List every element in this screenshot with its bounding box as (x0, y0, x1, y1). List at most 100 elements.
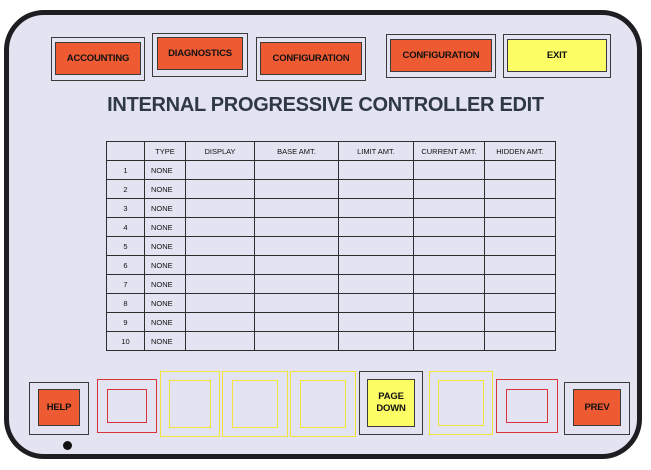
row-limit-amt[interactable] (338, 312, 414, 332)
row-hidden-amt[interactable] (484, 217, 556, 237)
row-current-amt[interactable] (413, 217, 485, 237)
row-display[interactable] (185, 217, 255, 237)
row-hidden-amt[interactable] (484, 179, 556, 199)
row-base-amt[interactable] (254, 274, 339, 294)
row-limit-amt[interactable] (338, 236, 414, 256)
row-base-amt[interactable] (254, 160, 339, 180)
table-row[interactable]: 2 NONE (106, 179, 556, 199)
row-limit-amt[interactable] (338, 198, 414, 218)
controller-table: TYPE DISPLAY BASE AMT. LIMIT AMT. CURREN… (106, 141, 556, 351)
table-row[interactable]: 5 NONE (106, 236, 556, 256)
row-limit-amt[interactable] (338, 255, 414, 275)
column-header-limit-amt: LIMIT AMT. (338, 141, 414, 161)
row-display[interactable] (185, 274, 255, 294)
row-hidden-amt[interactable] (484, 255, 556, 275)
row-type[interactable]: NONE (144, 331, 186, 351)
row-type[interactable]: NONE (144, 236, 186, 256)
row-hidden-amt[interactable] (484, 198, 556, 218)
row-current-amt[interactable] (413, 274, 485, 294)
column-header-number (106, 141, 145, 161)
prev-button[interactable]: PREV (573, 389, 621, 426)
row-type[interactable]: NONE (144, 312, 186, 332)
indicator-dot (63, 441, 72, 450)
column-header-type: TYPE (144, 141, 186, 161)
row-hidden-amt[interactable] (484, 274, 556, 294)
row-display[interactable] (185, 198, 255, 218)
row-type[interactable]: NONE (144, 274, 186, 294)
row-hidden-amt[interactable] (484, 236, 556, 256)
row-limit-amt[interactable] (338, 274, 414, 294)
row-display[interactable] (185, 160, 255, 180)
row-current-amt[interactable] (413, 312, 485, 332)
row-current-amt[interactable] (413, 160, 485, 180)
table-row[interactable]: 4 NONE (106, 217, 556, 237)
row-current-amt[interactable] (413, 255, 485, 275)
table-row[interactable]: 3 NONE (106, 198, 556, 218)
row-limit-amt[interactable] (338, 293, 414, 313)
row-display[interactable] (185, 331, 255, 351)
row-type[interactable]: NONE (144, 179, 186, 199)
row-number: 9 (106, 312, 145, 332)
row-current-amt[interactable] (413, 293, 485, 313)
table-header-row: TYPE DISPLAY BASE AMT. LIMIT AMT. CURREN… (106, 141, 556, 161)
row-limit-amt[interactable] (338, 160, 414, 180)
row-current-amt[interactable] (413, 198, 485, 218)
row-type[interactable]: NONE (144, 255, 186, 275)
row-limit-amt[interactable] (338, 331, 414, 351)
row-number: 8 (106, 293, 145, 313)
softkey-4-inner (300, 380, 346, 428)
row-display[interactable] (185, 236, 255, 256)
table-row[interactable]: 9 NONE (106, 312, 556, 332)
row-base-amt[interactable] (254, 293, 339, 313)
accounting-button[interactable]: ACCOUNTING (55, 42, 141, 75)
row-limit-amt[interactable] (338, 179, 414, 199)
row-number: 6 (106, 255, 145, 275)
row-base-amt[interactable] (254, 179, 339, 199)
row-limit-amt[interactable] (338, 217, 414, 237)
row-current-amt[interactable] (413, 179, 485, 199)
softkey-7-inner (506, 389, 548, 423)
page-down-button[interactable]: PAGE DOWN (367, 379, 415, 427)
help-button[interactable]: HELP (38, 389, 80, 426)
softkey-1-inner (107, 389, 147, 423)
row-base-amt[interactable] (254, 217, 339, 237)
row-base-amt[interactable] (254, 236, 339, 256)
row-type[interactable]: NONE (144, 160, 186, 180)
row-number: 10 (106, 331, 145, 351)
configuration-button-1[interactable]: CONFIGURATION (260, 42, 362, 75)
row-display[interactable] (185, 255, 255, 275)
table-row[interactable]: 8 NONE (106, 293, 556, 313)
row-type[interactable]: NONE (144, 293, 186, 313)
row-number: 5 (106, 236, 145, 256)
row-hidden-amt[interactable] (484, 331, 556, 351)
table-row[interactable]: 6 NONE (106, 255, 556, 275)
row-hidden-amt[interactable] (484, 293, 556, 313)
table-row[interactable]: 1 NONE (106, 160, 556, 180)
column-header-hidden-amt: HIDDEN AMT. (484, 141, 556, 161)
row-type[interactable]: NONE (144, 217, 186, 237)
exit-button[interactable]: EXIT (507, 39, 607, 72)
row-number: 4 (106, 217, 145, 237)
row-hidden-amt[interactable] (484, 312, 556, 332)
column-header-base-amt: BASE AMT. (254, 141, 339, 161)
row-number: 2 (106, 179, 145, 199)
row-current-amt[interactable] (413, 236, 485, 256)
column-header-display: DISPLAY (185, 141, 255, 161)
softkey-3-inner (232, 380, 278, 428)
row-base-amt[interactable] (254, 198, 339, 218)
row-current-amt[interactable] (413, 331, 485, 351)
row-base-amt[interactable] (254, 312, 339, 332)
column-header-current-amt: CURRENT AMT. (413, 141, 485, 161)
row-display[interactable] (185, 312, 255, 332)
row-hidden-amt[interactable] (484, 160, 556, 180)
table-row[interactable]: 10 NONE (106, 331, 556, 351)
row-base-amt[interactable] (254, 331, 339, 351)
row-display[interactable] (185, 293, 255, 313)
table-row[interactable]: 7 NONE (106, 274, 556, 294)
row-display[interactable] (185, 179, 255, 199)
row-base-amt[interactable] (254, 255, 339, 275)
configuration-button-2[interactable]: CONFIGURATION (390, 39, 492, 72)
diagnostics-button[interactable]: DIAGNOSTICS (157, 37, 243, 70)
page-title: INTERNAL PROGRESSIVE CONTROLLER EDIT (107, 94, 544, 116)
row-type[interactable]: NONE (144, 198, 186, 218)
